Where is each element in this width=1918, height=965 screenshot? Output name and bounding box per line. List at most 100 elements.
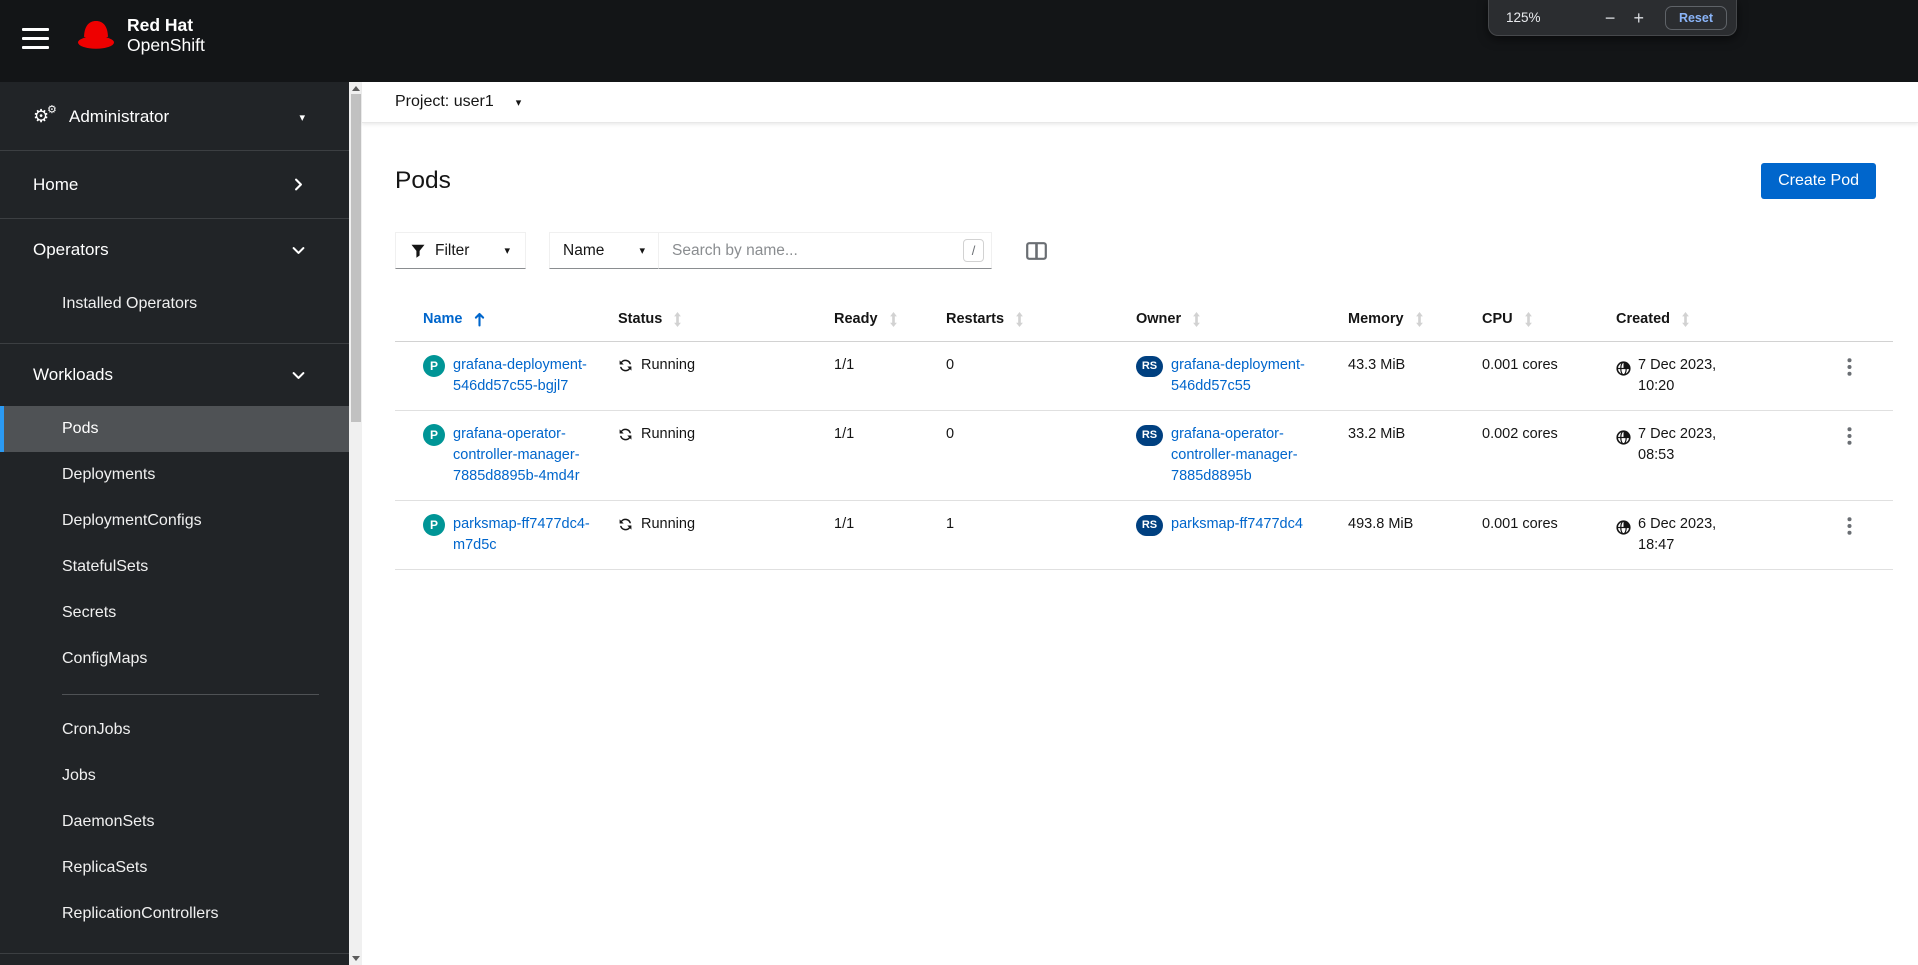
search-input[interactable] [659, 232, 992, 269]
sidebar-item-cronjobs[interactable]: CronJobs [0, 707, 349, 753]
sidebar-scrollbar[interactable] [349, 82, 362, 965]
zoom-in-button[interactable]: + [1624, 9, 1653, 27]
column-header-name[interactable]: Name [423, 297, 618, 341]
columns-icon [1026, 241, 1047, 260]
project-selector[interactable]: Project: user1 ▾ [395, 93, 521, 111]
zoom-reset-button[interactable]: Reset [1664, 5, 1727, 30]
status-cell: Running [618, 501, 834, 548]
column-header-label: Memory [1348, 311, 1404, 327]
sidebar-item-pods[interactable]: Pods [0, 406, 349, 452]
column-header-cpu[interactable]: CPU [1482, 297, 1616, 341]
replicaset-badge: RS [1136, 425, 1163, 446]
create-pod-button[interactable]: Create Pod [1761, 163, 1876, 199]
pod-badge: P [423, 514, 445, 536]
ready-cell: 1/1 [834, 357, 855, 373]
replicaset-badge: RS [1136, 515, 1163, 536]
pod-name-link[interactable]: grafana-deployment-546dd57c55-bgjl7 [453, 355, 602, 397]
pod-name-link[interactable]: grafana-operator-controller-manager-7885… [453, 424, 602, 487]
column-header-label: Name [423, 311, 463, 327]
column-header-owner[interactable]: Owner [1136, 297, 1348, 341]
created-cell: 6 Dec 2023, 18:47 [1616, 501, 1843, 569]
sidebar-item-statefulsets[interactable]: StatefulSets [0, 544, 349, 590]
memory-cell: 33.2 MiB [1348, 426, 1406, 442]
scrollbar-down-arrow-icon[interactable] [352, 956, 360, 961]
cpu-cell: 0.001 cores [1482, 516, 1558, 532]
sidebar-item-jobs[interactable]: Jobs [0, 753, 349, 799]
chevron-right-icon [292, 178, 305, 191]
actions-cell [1843, 501, 1893, 569]
row-kebab-menu-button[interactable] [1843, 515, 1856, 537]
nav-toggle-hamburger-icon[interactable] [22, 28, 49, 53]
zoom-level: 125% [1506, 10, 1541, 25]
globe-timestamp-icon [1616, 517, 1631, 535]
nav-item-label: Pods [62, 420, 99, 437]
sort-icon[interactable] [1191, 311, 1202, 327]
pod-name-link[interactable]: parksmap-ff7477dc4-m7d5c [453, 514, 602, 556]
status-text: Running [641, 516, 696, 532]
row-kebab-menu-button[interactable] [1843, 425, 1856, 447]
created-text: 6 Dec 2023, 18:47 [1638, 516, 1717, 553]
created-cell: 7 Dec 2023, 08:53 [1616, 411, 1843, 500]
nav-sections: Home Operators Installed Operators Workload… [0, 151, 349, 954]
scrollbar-up-arrow-icon[interactable] [352, 86, 360, 91]
column-header-restarts[interactable]: Restarts [946, 297, 1136, 341]
list-toolbar: Filter ▾ Name ▾ / [395, 232, 1918, 269]
owner-cell: RS parksmap-ff7477dc4 [1136, 501, 1348, 569]
openshift-console: Red Hat OpenShift + >_ ? user1 ▾ 125% − … [0, 0, 1918, 965]
sidebar-item-replicasets[interactable]: ReplicaSets [0, 845, 349, 891]
nav-section-workloads: Workloads Pods Deployments DeploymentConfig… [0, 344, 349, 954]
sidebar-item-configmaps[interactable]: ConfigMaps [0, 636, 349, 682]
caret-down-icon: ▾ [515, 96, 522, 109]
manage-columns-button[interactable] [1022, 238, 1051, 264]
column-header-ready[interactable]: Ready [834, 297, 946, 341]
sync-running-icon [618, 358, 633, 373]
caret-down-icon: ▾ [299, 111, 305, 124]
filter-funnel-icon [411, 244, 425, 258]
sort-icon[interactable] [1414, 311, 1425, 327]
column-header-status[interactable]: Status [618, 297, 834, 341]
column-header-created[interactable]: Created [1616, 297, 1843, 341]
sidebar-section-home[interactable]: Home [0, 151, 349, 218]
caret-down-icon: ▾ [504, 245, 510, 257]
owner-link[interactable]: grafana-deployment-546dd57c55 [1171, 355, 1321, 397]
owner-cell: RS grafana-deployment-546dd57c55 [1136, 342, 1348, 410]
search-shortcut-hint: / [963, 239, 984, 262]
gears-icon: ⚙ ⚙ [33, 104, 57, 126]
sort-icon[interactable] [1014, 311, 1025, 327]
perspective-switcher[interactable]: ⚙ ⚙ Administrator ▾ [0, 82, 349, 151]
sidebar-item-secrets[interactable]: Secrets [0, 590, 349, 636]
sidebar-item-deployments[interactable]: Deployments [0, 452, 349, 498]
sidebar-section-workloads[interactable]: Workloads [0, 344, 349, 406]
brand-line1: Red Hat [127, 15, 194, 35]
restarts-cell: 0 [946, 426, 955, 442]
sidebar-section-operators[interactable]: Operators [0, 219, 349, 281]
sort-icon[interactable] [1523, 311, 1534, 327]
sort-ascending-icon[interactable] [473, 311, 486, 327]
main-content: Project: user1 ▾ Pods Create Pod Filter … [362, 82, 1918, 965]
nav-item-label: Secrets [62, 604, 117, 621]
sidebar-item-deploymentconfigs[interactable]: DeploymentConfigs [0, 498, 349, 544]
owner-link[interactable]: parksmap-ff7477dc4 [1171, 514, 1303, 535]
sidebar-item-installed-operators[interactable]: Installed Operators [0, 281, 349, 327]
owner-link[interactable]: grafana-operator-controller-manager-7885… [1171, 424, 1321, 487]
created-text: 7 Dec 2023, 10:20 [1638, 357, 1717, 394]
search-attribute-label: Name [563, 241, 605, 259]
row-kebab-menu-button[interactable] [1843, 356, 1856, 378]
sync-running-icon [618, 517, 633, 532]
column-header-label: CPU [1482, 311, 1513, 327]
column-header-memory[interactable]: Memory [1348, 297, 1482, 341]
sort-icon[interactable] [672, 311, 683, 327]
created-text: 7 Dec 2023, 08:53 [1638, 426, 1717, 463]
nav-item-label: StatefulSets [62, 558, 149, 575]
owner-cell: RS grafana-operator-controller-manager-78… [1136, 411, 1348, 500]
zoom-out-button[interactable]: − [1596, 9, 1625, 27]
table-header-row: Name Status Ready Restarts Owner Memory CPU Cre… [395, 297, 1893, 342]
sidebar-item-replicationcontrollers[interactable]: ReplicationControllers [0, 891, 349, 937]
sort-icon[interactable] [888, 311, 899, 327]
search-box: / [659, 232, 992, 269]
search-attribute-dropdown[interactable]: Name ▾ [549, 232, 659, 269]
sidebar-item-daemonsets[interactable]: DaemonSets [0, 799, 349, 845]
scrollbar-thumb[interactable] [350, 94, 361, 422]
filter-dropdown[interactable]: Filter ▾ [395, 232, 526, 269]
sort-icon[interactable] [1680, 311, 1691, 327]
